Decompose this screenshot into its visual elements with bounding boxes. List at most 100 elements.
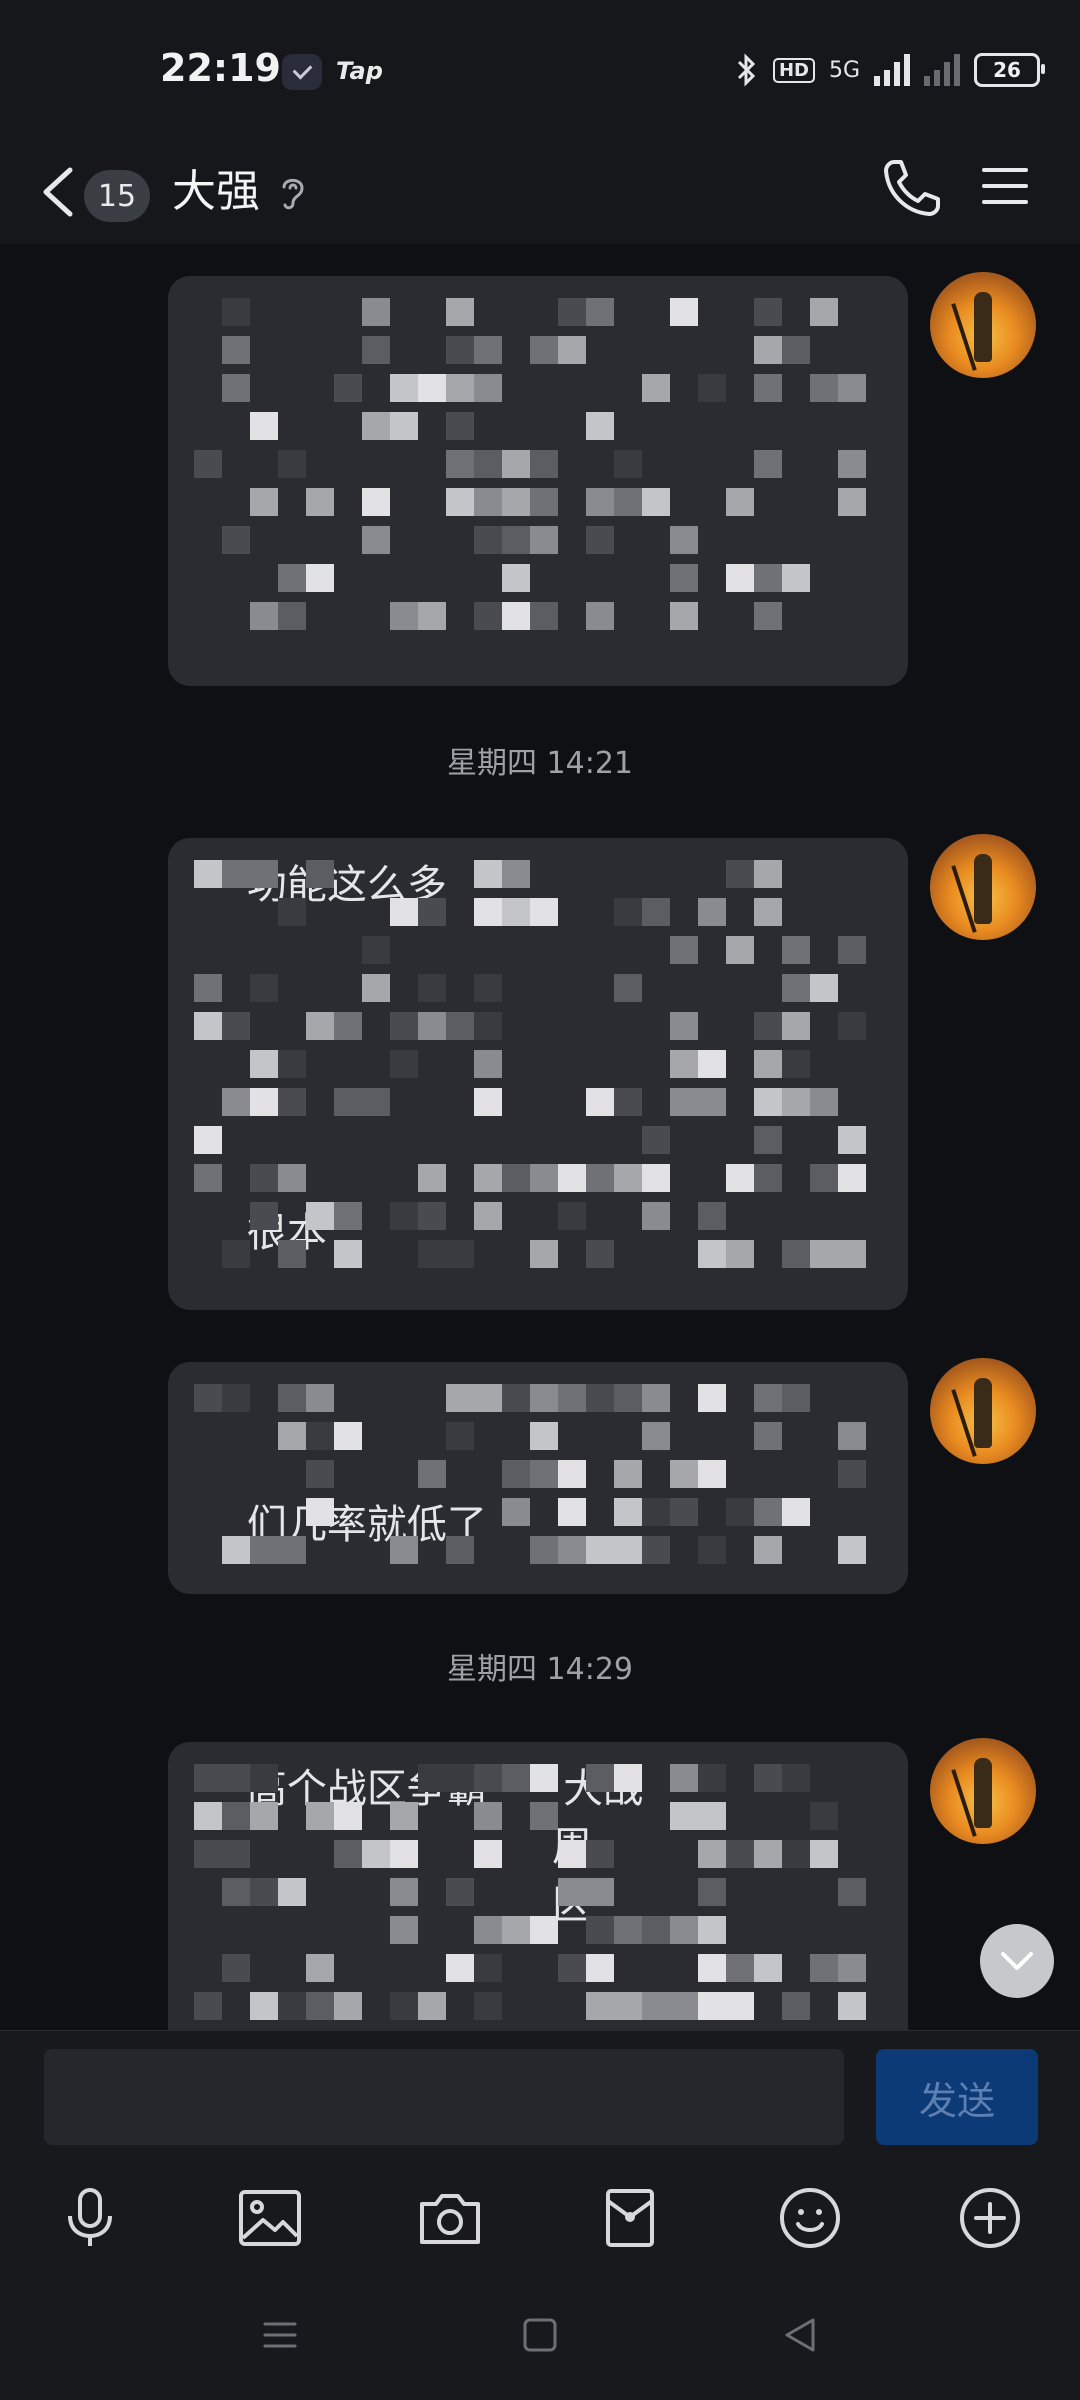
contact-avatar[interactable] — [930, 834, 1036, 940]
mosaic-cell — [586, 1240, 614, 1268]
mosaic-cell — [586, 412, 614, 440]
mosaic-cell — [558, 1840, 586, 1868]
emoji-button[interactable] — [774, 2182, 846, 2254]
red-packet-button[interactable] — [594, 2182, 666, 2254]
back-nav-button[interactable] — [775, 2310, 825, 2360]
mosaic-cell — [810, 1240, 838, 1268]
mosaic-cell — [726, 1992, 754, 2020]
mosaic-cell — [502, 1384, 530, 1412]
voice-button[interactable] — [54, 2182, 126, 2254]
back-button[interactable] — [38, 166, 78, 218]
message-bubble[interactable]: 们几率就低了 — [168, 1362, 908, 1594]
mosaic-cell — [726, 1954, 754, 1982]
menu-icon — [263, 2322, 297, 2348]
mosaic-cell — [670, 1460, 698, 1488]
mosaic-cell — [810, 298, 838, 326]
mosaic-cell — [390, 1840, 418, 1868]
mosaic-cell — [782, 1840, 810, 1868]
mosaic-cell — [670, 1802, 698, 1830]
mosaic-cell — [642, 898, 670, 926]
call-button[interactable] — [880, 156, 944, 220]
mosaic-cell — [474, 526, 502, 554]
unread-count-badge[interactable]: 15 — [84, 170, 150, 222]
mosaic-cell — [390, 1050, 418, 1078]
mosaic-cell — [586, 526, 614, 554]
mosaic-cell — [362, 298, 390, 326]
mosaic-cell — [278, 564, 306, 592]
mosaic-cell — [754, 1164, 782, 1192]
mosaic-cell — [670, 1916, 698, 1944]
mosaic-cell — [642, 1202, 670, 1230]
mosaic-cell — [810, 1954, 838, 1982]
mosaic-cell — [530, 1802, 558, 1830]
mosaic-cell — [334, 1240, 362, 1268]
image-icon — [239, 2190, 301, 2246]
mosaic-cell — [446, 1422, 474, 1450]
mosaic-cell — [698, 1954, 726, 1982]
mosaic-cell — [698, 1050, 726, 1078]
more-button[interactable] — [954, 2182, 1026, 2254]
mosaic-cell — [194, 1126, 222, 1154]
mosaic-cell — [530, 1764, 558, 1792]
contact-avatar[interactable] — [930, 1358, 1036, 1464]
mosaic-cell — [614, 1536, 642, 1564]
mosaic-cell — [474, 898, 502, 926]
composer: 发送 — [0, 2030, 1080, 2161]
mosaic-cell — [642, 1916, 670, 1944]
mosaic-cell — [334, 1992, 362, 2020]
mosaic-cell — [250, 1164, 278, 1192]
ear-icon[interactable] — [278, 172, 308, 212]
mosaic-cell — [698, 1202, 726, 1230]
mosaic-cell — [222, 1012, 250, 1040]
mosaic-cell — [306, 1422, 334, 1450]
message-bubble[interactable]: 功能这么多 很本 — [168, 838, 908, 1310]
mosaic-cell — [306, 1460, 334, 1488]
mosaic-cell — [418, 974, 446, 1002]
mosaic-cell — [474, 374, 502, 402]
message-bubble[interactable] — [168, 276, 908, 686]
mosaic-cell — [474, 860, 502, 888]
mosaic-cell — [698, 1992, 726, 2020]
contact-name[interactable]: 大强 — [172, 152, 260, 232]
mosaic-cell — [530, 602, 558, 630]
mosaic-cell — [502, 1460, 530, 1488]
mosaic-cell — [390, 374, 418, 402]
mosaic-cell — [614, 1992, 642, 2020]
mosaic-cell — [502, 1498, 530, 1526]
mosaic-cell — [698, 1088, 726, 1116]
mosaic-cell — [250, 412, 278, 440]
message-bubble[interactable]: 高个战区争霸 大战 周 区 — [168, 1742, 908, 2030]
camera-button[interactable] — [414, 2182, 486, 2254]
image-button[interactable] — [234, 2182, 306, 2254]
mosaic-cell — [782, 1764, 810, 1792]
triangle-back-icon — [785, 2318, 815, 2352]
mosaic-cell — [446, 1954, 474, 1982]
mosaic-cell — [530, 526, 558, 554]
mosaic-cell — [446, 298, 474, 326]
mosaic-cell — [334, 1202, 362, 1230]
send-button[interactable]: 发送 — [876, 2049, 1038, 2145]
mosaic-cell — [782, 1992, 810, 2020]
scroll-to-bottom-button[interactable] — [980, 1924, 1054, 1998]
message-list[interactable]: 星期四 14:21 功能这么多 很本 们几率就低了 星期四 14:29 高个战区… — [0, 244, 1080, 2030]
mosaic-cell — [474, 1916, 502, 1944]
mosaic-cell — [698, 1878, 726, 1906]
mosaic-cell — [334, 1422, 362, 1450]
menu-button[interactable] — [980, 162, 1030, 210]
mosaic-cell — [446, 488, 474, 516]
mosaic-cell — [642, 1384, 670, 1412]
contact-avatar[interactable] — [930, 1738, 1036, 1844]
mosaic-cell — [558, 336, 586, 364]
mosaic-cell — [782, 1012, 810, 1040]
mosaic-cell — [670, 1088, 698, 1116]
mosaic-cell — [754, 564, 782, 592]
mosaic-cell — [222, 336, 250, 364]
recents-nav-button[interactable] — [255, 2310, 305, 2360]
contact-avatar[interactable] — [930, 272, 1036, 378]
mosaic-cell — [614, 1916, 642, 1944]
mosaic-cell — [586, 1954, 614, 1982]
mosaic-cell — [754, 1536, 782, 1564]
home-nav-button[interactable] — [515, 2310, 565, 2360]
message-input[interactable] — [44, 2049, 844, 2145]
mosaic-cell — [698, 1240, 726, 1268]
